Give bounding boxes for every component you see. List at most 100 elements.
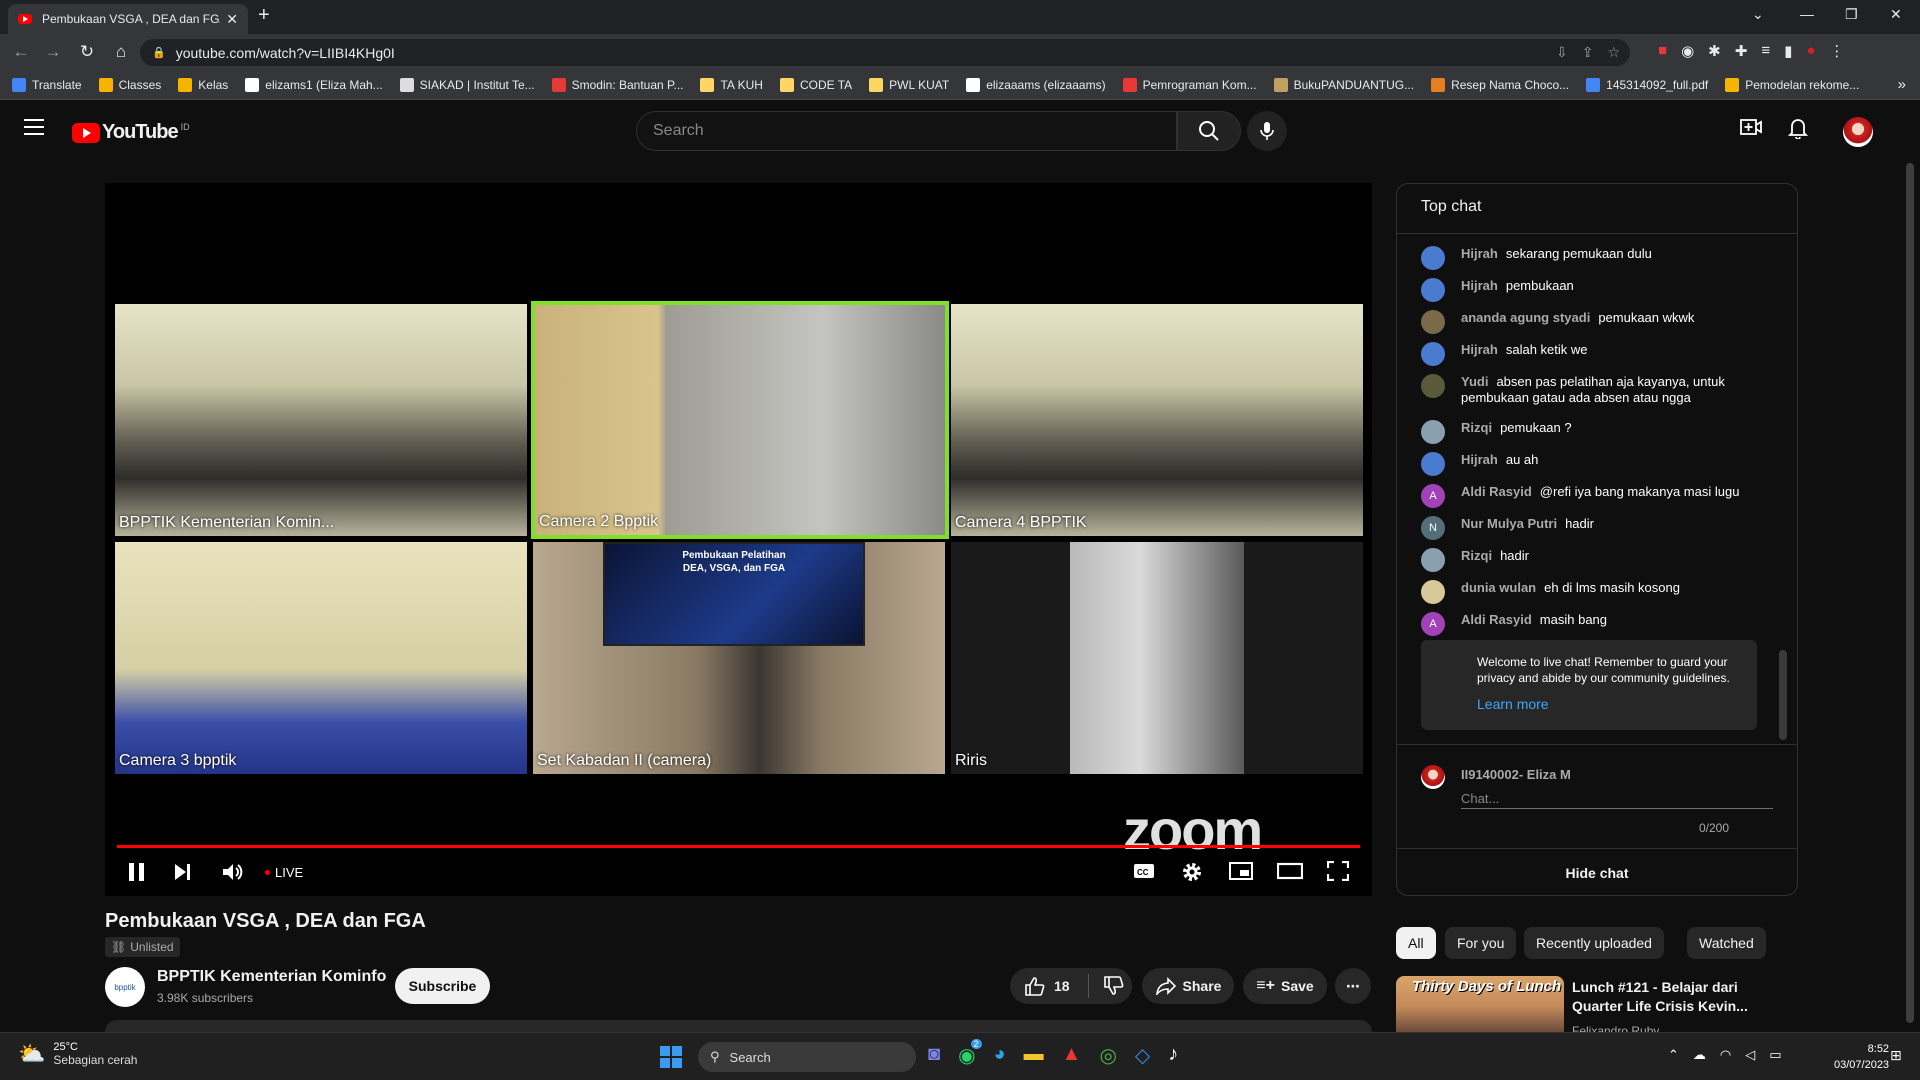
filter-chip[interactable]: Recently uploaded [1524, 927, 1664, 959]
chat-message[interactable]: Hijrah salah ketik we [1421, 342, 1761, 366]
forward-arrow-icon[interactable]: → [38, 42, 68, 62]
learn-more-link[interactable]: Learn more [1477, 696, 1737, 712]
maximize-button[interactable]: ❐ [1845, 6, 1858, 23]
address-bar[interactable]: 🔒 youtube.com/watch?v=LIIBI4KHg0I ⇩ ⇪ ☆ [140, 39, 1630, 66]
channel-avatar[interactable]: bpptik [105, 967, 145, 1007]
share-button[interactable]: Share [1142, 968, 1234, 1004]
tab-youtube[interactable]: Pembukaan VSGA , DEA dan FGA ✕ [8, 4, 248, 34]
reload-icon[interactable]: ↻ [72, 42, 102, 62]
voice-search-button[interactable] [1247, 111, 1287, 151]
bookmark-item[interactable]: Resep Nama Choco... [1431, 77, 1569, 92]
reading-list-icon[interactable]: ≡ [1761, 42, 1770, 60]
weather-widget[interactable]: ⛅ 25°C Sebagian cerah [18, 1041, 137, 1067]
bookmark-item[interactable]: TA KUH [700, 77, 763, 92]
chat-message[interactable]: Hijrah pembukaan [1421, 278, 1761, 302]
chat-message[interactable]: ananda agung styadi pemukaan wkwk [1421, 310, 1761, 334]
more-actions-button[interactable]: ⋯ [1335, 968, 1371, 1004]
bookmark-item[interactable]: 145314092_full.pdf [1586, 77, 1708, 92]
progress-bar[interactable] [117, 845, 1360, 848]
onedrive-cloud-icon[interactable]: ☁ [1693, 1047, 1706, 1063]
chat-scrollbar[interactable] [1779, 650, 1787, 740]
search-button[interactable] [1177, 111, 1241, 151]
bookmark-item[interactable]: elizams1 (Eliza Mah... [245, 77, 383, 92]
pause-button[interactable] [127, 861, 147, 889]
menu-hamburger-icon[interactable] [24, 119, 44, 135]
side-panel-icon[interactable]: ▮ [1784, 42, 1792, 60]
recommended-video-title[interactable]: Lunch #121 - Belajar dari Quarter Life C… [1572, 978, 1762, 1016]
tray-chevron-icon[interactable]: ⌃ [1668, 1047, 1679, 1063]
extension-camera-icon[interactable]: ◉ [1681, 42, 1694, 60]
wifi-icon[interactable]: ◠ [1720, 1047, 1731, 1063]
extensions-puzzle-icon[interactable]: ✚ [1735, 42, 1748, 60]
bookmark-item[interactable]: Translate [12, 77, 82, 92]
chat-message[interactable]: Yudi absen pas pelatihan aja kayanya, unt… [1421, 374, 1761, 406]
fullscreen-button[interactable] [1326, 860, 1350, 887]
notification-center-icon[interactable]: ⊞ [1890, 1047, 1902, 1064]
minimize-button[interactable]: — [1800, 6, 1814, 22]
next-button[interactable] [173, 861, 193, 889]
tab-search-chevron-icon[interactable]: ⌄ [1752, 6, 1764, 23]
profile-avatar-icon[interactable]: ● [1806, 42, 1815, 60]
browser-menu-icon[interactable]: ⋮ [1829, 42, 1844, 60]
recommended-channel[interactable]: Felixandro Ruby [1572, 1024, 1659, 1032]
video-player[interactable]: BPPTIK Kementerian Komin... Camera 2 Bpp… [105, 183, 1372, 896]
recommended-video-thumbnail[interactable]: Thirty Days of Lunch [1396, 976, 1564, 1032]
back-arrow-icon[interactable]: ← [6, 42, 36, 62]
page-scrollbar[interactable] [1901, 157, 1920, 1032]
vscode-icon[interactable]: ◇ [1135, 1043, 1150, 1068]
dislike-button[interactable] [1103, 976, 1125, 996]
chat-input[interactable]: Chat... [1461, 787, 1773, 809]
filter-chip[interactable]: Watched [1687, 927, 1766, 959]
bookmark-star-icon[interactable]: ☆ [1607, 44, 1620, 61]
install-icon[interactable]: ⇩ [1556, 44, 1568, 61]
chat-message[interactable]: Rizqi hadir [1421, 548, 1761, 572]
account-avatar[interactable] [1843, 117, 1873, 147]
acrobat-reader-icon[interactable]: ▲ [1062, 1043, 1082, 1068]
filter-chip[interactable]: All [1396, 927, 1436, 959]
volume-button[interactable] [221, 861, 245, 889]
chat-message[interactable]: Rizqi pemukaan ? [1421, 420, 1761, 444]
chat-message[interactable]: dunia wulan eh di lms masih kosong [1421, 580, 1761, 604]
captions-button[interactable]: CC [1133, 861, 1155, 887]
share-icon[interactable]: ⇪ [1582, 44, 1594, 61]
edge-browser-icon[interactable]: ◕ [994, 1043, 1006, 1068]
chat-header[interactable]: Top chat [1397, 184, 1797, 234]
bookmark-item[interactable]: Smodin: Bantuan P... [551, 77, 683, 92]
chat-message[interactable]: A Aldi Rasyid @refi iya bang makanya masi … [1421, 484, 1761, 508]
teams-chat-icon[interactable]: ◙ [928, 1043, 940, 1068]
bookmark-item[interactable]: Classes [98, 77, 161, 92]
hide-chat-button[interactable]: Hide chat [1397, 848, 1797, 895]
subscribe-button[interactable]: Subscribe [395, 968, 490, 1004]
home-icon[interactable]: ⌂ [106, 42, 136, 62]
like-button[interactable]: 18 [1024, 976, 1070, 996]
extension-gear-icon[interactable]: ✱ [1708, 42, 1721, 60]
search-input[interactable]: Search [636, 111, 1177, 151]
close-tab-icon[interactable]: ✕ [226, 11, 238, 28]
start-button[interactable] [660, 1046, 682, 1068]
save-button[interactable]: ≡+ Save [1243, 968, 1327, 1004]
bookmarks-overflow-icon[interactable]: » [1898, 76, 1906, 93]
chat-message[interactable]: Hijrah au ah [1421, 452, 1761, 476]
speaker-icon[interactable]: ◁ [1745, 1047, 1755, 1063]
miniplayer-button[interactable] [1229, 861, 1253, 887]
bookmark-item[interactable]: Kelas [178, 77, 228, 92]
create-video-icon[interactable] [1740, 117, 1762, 142]
bookmark-item[interactable]: Pemrograman Kom... [1122, 77, 1257, 92]
clock[interactable]: 8:52 03/07/2023 [1834, 1041, 1889, 1073]
whatsapp-icon[interactable]: ◉ 2 [958, 1039, 982, 1068]
close-window-button[interactable]: ✕ [1890, 6, 1902, 23]
extension-mendeley-icon[interactable]: ■ [1658, 42, 1667, 60]
page-scrollbar-thumb[interactable] [1906, 163, 1914, 1023]
chat-message[interactable]: N Nur Mulya Putri hadir [1421, 516, 1761, 540]
channel-name[interactable]: BPPTIK Kementerian Kominfo [157, 968, 386, 986]
file-explorer-icon[interactable]: ▬ [1024, 1043, 1044, 1068]
new-tab-button[interactable]: + [258, 4, 270, 27]
filter-chip[interactable]: For you [1445, 927, 1517, 959]
bookmark-item[interactable]: elizaaams (elizaaams) [966, 77, 1106, 92]
bookmark-item[interactable]: PWL KUAT [869, 77, 949, 92]
chat-message[interactable]: A Aldi Rasyid masih bang [1421, 612, 1761, 636]
bookmark-item[interactable]: CODE TA [779, 77, 852, 92]
theater-mode-button[interactable] [1276, 861, 1304, 887]
live-badge[interactable]: LIVE [265, 865, 303, 880]
chrome-icon[interactable]: ◎ [1099, 1043, 1116, 1068]
